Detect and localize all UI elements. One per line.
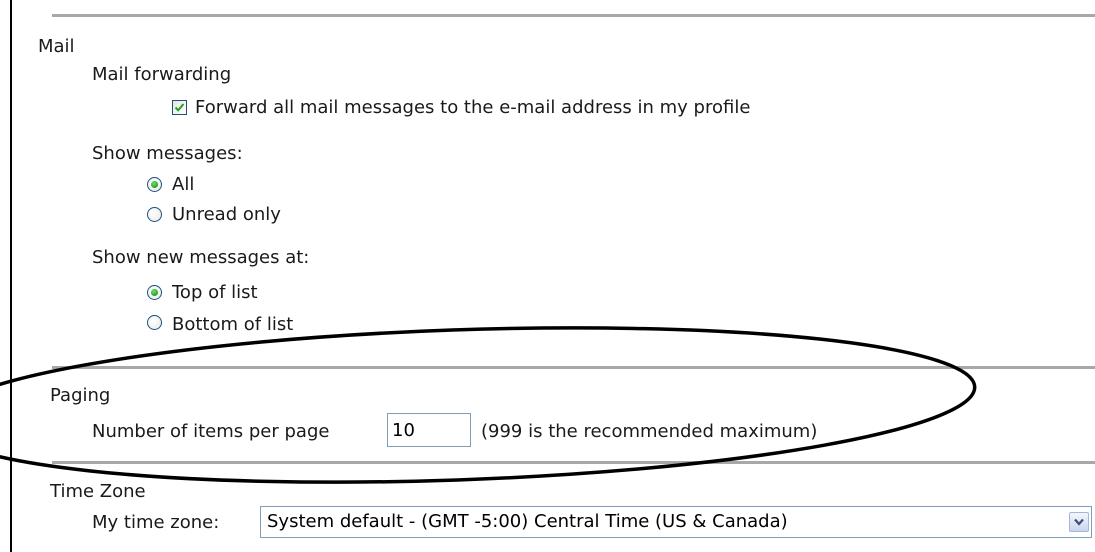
chevron-down-icon [1074,518,1084,526]
mail-forwarding-label: Mail forwarding [92,64,232,85]
radio-selected-dot [151,181,158,188]
settings-panel: Mail Mail forwarding Forward all mail me… [10,0,1095,552]
show-messages-label: Show messages: [92,143,243,164]
radio-selected-dot [151,289,158,296]
timezone-label: My time zone: [92,512,220,533]
show-all-label[interactable]: All [172,174,194,196]
checkmark-icon [174,103,185,112]
section-divider-top [52,14,1095,17]
top-of-list-label[interactable]: Top of list [172,282,258,304]
items-per-page-label: Number of items per page [92,421,330,442]
timezone-dropdown-button[interactable] [1069,512,1089,532]
bottom-of-list-radio[interactable] [147,315,162,330]
items-per-page-hint: (999 is the recommended maximum) [481,421,818,442]
show-all-radio[interactable] [147,177,162,192]
show-unread-label[interactable]: Unread only [172,204,281,226]
top-of-list-radio[interactable] [147,285,162,300]
timezone-select[interactable]: System default - (GMT -5:00) Central Tim… [260,506,1092,538]
paging-section-heading: Paging [50,385,111,406]
bottom-of-list-label[interactable]: Bottom of list [172,314,293,336]
mail-section-heading: Mail [38,36,75,57]
section-divider-paging [52,366,1095,369]
timezone-selected-value: System default - (GMT -5:00) Central Tim… [267,511,788,532]
forward-mail-label[interactable]: Forward all mail messages to the e-mail … [195,97,750,119]
show-new-at-label: Show new messages at: [92,247,310,268]
timezone-section-heading: Time Zone [50,481,146,502]
show-unread-radio[interactable] [147,207,162,222]
forward-mail-checkbox[interactable] [172,100,187,115]
section-divider-timezone [52,461,1095,464]
items-per-page-input[interactable] [387,413,471,447]
